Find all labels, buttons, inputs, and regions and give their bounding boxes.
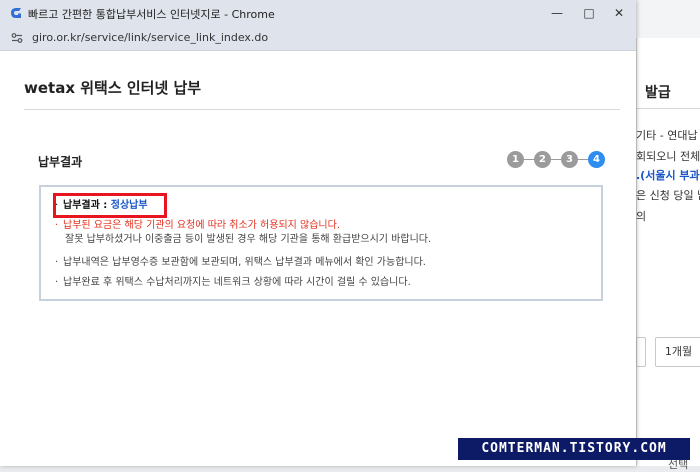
popup-window: 빠르고 간편한 통합납부서비스 인터넷지로 - Chrome — □ ✕ gir…: [0, 0, 636, 466]
popup-content: wetax 위택스 인터넷 납부 납부결과 1 2 3 4 · 납부결과 : 정상…: [6, 51, 630, 466]
background-divider: [636, 108, 700, 109]
background-text-line: 의: [636, 210, 647, 223]
step-connector: [524, 159, 534, 160]
result-value: 정상납부: [110, 200, 148, 211]
url-text[interactable]: giro.or.kr/service/link/service_link_ind…: [32, 31, 268, 44]
background-text-line: 회되오니 전체: [636, 150, 700, 163]
page-title: wetax 위택스 인터넷 납부: [24, 79, 202, 97]
address-bar[interactable]: giro.or.kr/service/link/service_link_ind…: [0, 26, 636, 51]
background-title: 발급: [645, 85, 671, 101]
step-connector: [578, 159, 588, 160]
background-text-line: .(서울시 부과: [636, 169, 700, 182]
background-button[interactable]: [636, 337, 646, 367]
step-connector: [551, 159, 561, 160]
notice-receipt-line: · 납부내역은 납부영수증 보관함에 보관되며, 위택스 납부결과 메뉴에서 확인…: [55, 257, 426, 268]
minimize-icon[interactable]: —: [546, 2, 568, 24]
background-text-line: 기타 - 연대납: [636, 129, 698, 142]
close-icon[interactable]: ✕: [608, 2, 630, 24]
section-title: 납부결과: [38, 155, 83, 169]
notice-refund-line: 잘못 납부하셨거나 이중출금 등이 발생된 경우 해당 기관을 통해 환급받으시…: [65, 234, 432, 245]
notice-cancel-line: · 납부된 요금은 해당 기관의 요청에 따라 취소가 허용되지 않습니다.: [55, 220, 341, 231]
step-2: 2: [534, 151, 551, 168]
watermark: COMTERMAN.TISTORY.COM: [458, 438, 690, 460]
step-1: 1: [507, 151, 524, 168]
title-divider: [24, 109, 620, 110]
notice-processing-line: · 납부완료 후 위택스 수납처리까지는 네트워크 상황에 따라 시간이 걸릴 수…: [55, 277, 411, 288]
period-1month-button[interactable]: 1개월: [655, 337, 700, 367]
background-text-line: 은 신청 당일 납: [636, 189, 700, 202]
step-4-active: 4: [588, 151, 605, 168]
result-label: 납부결과 :: [63, 200, 111, 211]
site-info-icon[interactable]: [10, 31, 24, 45]
giro-logo-icon: [11, 8, 21, 18]
maximize-icon[interactable]: □: [578, 2, 600, 24]
result-status-row: · 납부결과 : 정상납부: [55, 200, 148, 211]
window-title: 빠르고 간편한 통합납부서비스 인터넷지로 - Chrome: [28, 8, 275, 21]
payment-result-box: · 납부결과 : 정상납부 · 납부된 요금은 해당 기관의 요청에 따라 취소가 …: [39, 185, 603, 301]
title-bar[interactable]: 빠르고 간편한 통합납부서비스 인터넷지로 - Chrome — □ ✕: [0, 0, 636, 26]
background-panel: [636, 38, 700, 466]
step-3: 3: [561, 151, 578, 168]
